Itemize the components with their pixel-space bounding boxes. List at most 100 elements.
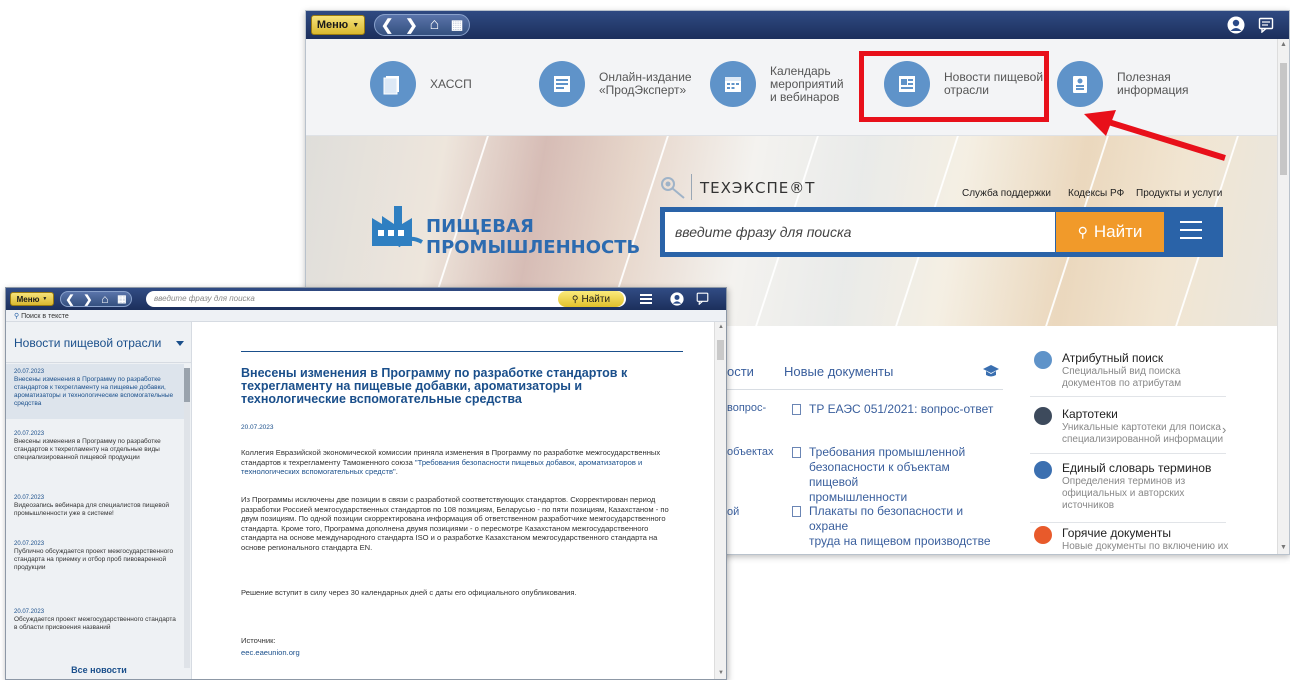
item-subtitle: Новые документы по включению их — [1062, 541, 1229, 552]
article-paragraph: Коллегия Евразийской экономической комис… — [241, 448, 683, 477]
news-item[interactable]: 20.07.2023 Внесены изменения в Программу… — [6, 364, 184, 419]
texexpert-logo-icon — [660, 176, 688, 205]
divider — [1030, 522, 1226, 523]
info-board-icon — [1057, 61, 1103, 107]
category-prodexpert[interactable]: Онлайн-издание «ПродЭксперт» — [539, 61, 692, 107]
chat-icon[interactable] — [1256, 15, 1276, 35]
home-icon[interactable]: ⌂ — [101, 292, 108, 306]
article-date: 20.07.2023 — [241, 424, 274, 431]
card-box-icon — [1034, 407, 1052, 425]
news-text: Внесены изменения в Программу по разрабо… — [14, 376, 174, 407]
document-title: Плакаты по безопасности и охране труда н… — [809, 504, 991, 548]
scroll-thumb[interactable] — [184, 368, 190, 402]
category-label: ХАССП — [430, 76, 472, 91]
folders-icon — [370, 61, 416, 107]
news-date: 20.07.2023 — [14, 369, 45, 375]
menu-button[interactable]: Меню ▼ — [10, 292, 54, 306]
hot-documents-icon — [1034, 526, 1052, 544]
article: Внесены изменения в Программу по разрабо… — [193, 322, 714, 679]
pointer-arrow — [1084, 110, 1226, 161]
search-input[interactable]: введите фразу для поиска — [665, 212, 1055, 252]
user-icon[interactable] — [670, 292, 684, 311]
forward-arrow-icon[interactable]: ❯ — [83, 293, 92, 306]
scroll-thumb[interactable] — [717, 340, 724, 360]
grid-icon[interactable]: ▦ — [117, 294, 126, 305]
document-title: Требования промышленной безопасности к о… — [809, 445, 966, 504]
hot-documents-item[interactable]: Горячие документы Новые документы по вклю… — [1034, 526, 1228, 553]
clipped-text: объектах — [727, 446, 774, 458]
logo-line1: ПИЩЕВАЯ — [426, 216, 534, 237]
news-item[interactable]: 20.07.2023 Обсуждается проект межгосудар… — [6, 604, 184, 637]
card-index-item[interactable]: Картотеки Уникальные картотеки для поиска… — [1034, 407, 1223, 446]
all-news-link[interactable]: Все новости — [6, 665, 192, 675]
scroll-down-icon[interactable]: ▼ — [1280, 544, 1287, 551]
source-link[interactable]: eec.eaeunion.org — [241, 648, 683, 658]
scroll-up-icon[interactable]: ▲ — [1280, 41, 1287, 48]
hamburger-menu-icon[interactable] — [1180, 221, 1202, 245]
text-search-bar: ⚲ Поиск в тексте — [6, 310, 726, 322]
document-icon — [792, 447, 801, 458]
find-label: Найти — [581, 293, 611, 305]
search-in-text-link[interactable]: Поиск в тексте — [21, 313, 69, 320]
news-text: Публично обсуждается проект межгосударст… — [14, 548, 174, 571]
scroll-thumb[interactable] — [1280, 63, 1287, 175]
item-subtitle: Уникальные картотеки для поиска специали… — [1062, 422, 1224, 445]
attribute-search-item[interactable]: Атрибутный поиск Специальный вид поиска д… — [1034, 351, 1181, 390]
divider — [6, 362, 192, 363]
highlight-frame — [859, 51, 1049, 122]
document-link[interactable]: ТР ЕАЭС 051/2021: вопрос-ответ — [792, 402, 1002, 417]
graduation-cap-icon[interactable] — [982, 364, 1000, 383]
calendar-icon — [710, 61, 756, 107]
document-link[interactable]: Плакаты по безопасности и охране труда н… — [792, 504, 1002, 549]
tab-news-partial[interactable]: ости — [727, 364, 754, 379]
vertical-scrollbar[interactable]: ▲ ▼ — [1277, 39, 1289, 554]
link-products[interactable]: Продукты и услуги — [1136, 188, 1222, 199]
find-label: Найти — [1093, 222, 1143, 241]
menu-label: Меню — [316, 19, 349, 31]
link-codes[interactable]: Кодексы РФ — [1068, 188, 1124, 199]
article-scrollbar[interactable]: ▲ ▼ — [714, 322, 726, 679]
find-button[interactable]: ⚲ Найти — [1056, 212, 1164, 252]
dropdown-arrow-icon[interactable] — [176, 341, 184, 346]
chevron-right-icon[interactable]: › — [1222, 422, 1226, 437]
news-sidebar: Новости пищевой отрасли 20.07.2023 Внесе… — [6, 322, 192, 679]
category-useful-info[interactable]: Полезная информация — [1057, 61, 1189, 107]
news-text: Видеозапись вебинара для специалистов пи… — [14, 502, 170, 517]
home-icon[interactable]: ⌂ — [429, 16, 439, 34]
menu-button[interactable]: Меню ▼ — [311, 15, 365, 35]
news-item[interactable]: 20.07.2023 Внесены изменения в Программу… — [6, 426, 184, 467]
hamburger-menu-icon[interactable] — [640, 294, 652, 304]
item-title: Атрибутный поиск — [1062, 351, 1164, 365]
link-support[interactable]: Служба поддержки — [962, 188, 1051, 199]
find-button[interactable]: ⚲ Найти — [558, 291, 624, 307]
document-icon — [792, 404, 801, 415]
back-arrow-icon[interactable]: ❮ — [65, 293, 74, 306]
tab-new-documents[interactable]: Новые документы — [784, 364, 893, 379]
article-paragraph: Из Программы исключены две позиции в свя… — [241, 495, 669, 552]
category-calendar[interactable]: Календарь мероприятий и вебинаров — [710, 61, 844, 107]
source-label: Источник: — [241, 636, 276, 645]
news-date: 20.07.2023 — [14, 609, 45, 615]
forward-arrow-icon[interactable]: ❯ — [405, 16, 418, 34]
document-icon — [792, 506, 801, 517]
scroll-down-icon[interactable]: ▼ — [718, 670, 724, 676]
search-icon: ⚲ — [1077, 223, 1088, 240]
dictionary-item[interactable]: Единый словарь терминов Определения терми… — [1034, 461, 1211, 512]
brand-name: ТЕХЭКСПЕ®Т — [700, 179, 816, 197]
scroll-up-icon[interactable]: ▲ — [718, 324, 724, 330]
item-title: Горячие документы — [1062, 526, 1171, 540]
news-item[interactable]: 20.07.2023 Видеозапись вебинара для спец… — [6, 490, 184, 523]
document-link[interactable]: Требования промышленной безопасности к о… — [792, 445, 1002, 505]
back-arrow-icon[interactable]: ❮ — [381, 16, 394, 34]
news-item[interactable]: 20.07.2023 Публично обсуждается проект м… — [6, 536, 184, 577]
user-icon[interactable] — [1226, 15, 1246, 35]
category-haccp[interactable]: ХАССП — [370, 61, 472, 107]
nav-pill: ❮ ❯ ⌂ ▦ — [60, 291, 132, 307]
chat-icon[interactable] — [696, 292, 709, 310]
menu-label: Меню — [16, 294, 40, 304]
search-input[interactable]: введите фразу для поиска — [146, 291, 626, 307]
grid-icon[interactable]: ▦ — [451, 17, 463, 33]
sidebar-scrollbar[interactable] — [184, 368, 190, 668]
clipped-text: ой — [727, 506, 740, 518]
brand-divider — [691, 174, 692, 200]
